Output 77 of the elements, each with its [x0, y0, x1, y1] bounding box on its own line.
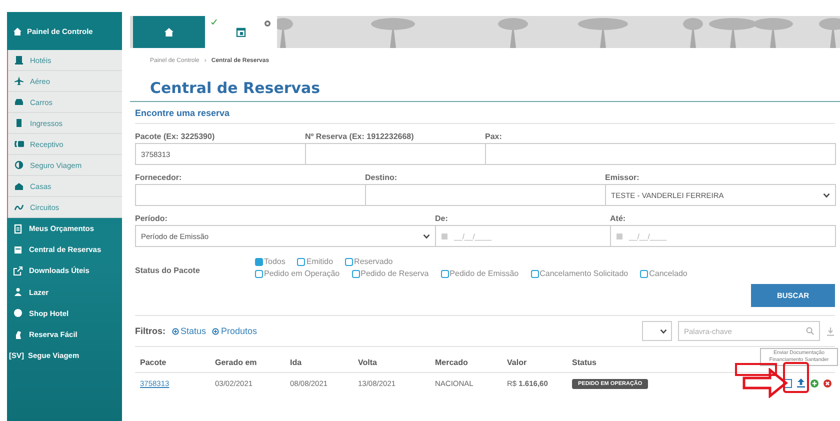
status-checkbox[interactable]: Cancelamento Solicitado — [530, 269, 628, 278]
checkbox[interactable] — [440, 270, 449, 278]
route-icon — [14, 202, 24, 212]
ticket-icon — [14, 118, 24, 128]
filter-link[interactable]: Produtos — [212, 326, 258, 336]
delete-icon[interactable] — [823, 378, 832, 388]
field-label: Destino: — [365, 172, 398, 184]
chevron-icon — [823, 192, 830, 198]
document-icon — [13, 224, 23, 234]
calendar-icon — [236, 27, 246, 37]
plus-circle-icon[interactable] — [810, 378, 819, 388]
input-field[interactable] — [365, 184, 606, 206]
checkbox[interactable] — [255, 270, 263, 278]
arrow-annotation — [742, 368, 788, 398]
upload-icon[interactable] — [796, 378, 806, 388]
column-header: Volta — [353, 352, 430, 372]
dropdown[interactable] — [642, 321, 672, 341]
field-label: Emissor: — [605, 172, 640, 184]
plane-icon — [14, 76, 24, 86]
field-label: Nº Reserva (Ex: 1912232668) — [305, 131, 415, 143]
field-label: Pax: — [485, 131, 503, 143]
checkbox[interactable] — [255, 258, 263, 266]
calendar-icon — [13, 244, 23, 255]
column-header: Valor — [502, 352, 567, 372]
highlight-frame — [735, 363, 777, 376]
status-checkbox[interactable]: Pedido de Reserva — [352, 269, 429, 278]
external-link-icon — [13, 266, 23, 276]
bus-icon — [14, 139, 24, 149]
status-checkbox[interactable]: Reservado — [345, 257, 393, 266]
car-icon — [14, 97, 24, 107]
plus-circle-icon — [212, 328, 220, 334]
field-label: Até: — [610, 213, 627, 225]
status-checkbox[interactable]: Todos — [255, 257, 286, 266]
plus-circle-icon — [172, 328, 178, 334]
field-label: Fornecedor: — [135, 172, 183, 184]
field-label: Período: — [135, 213, 168, 225]
house-icon — [14, 181, 24, 191]
download-icon[interactable] — [826, 326, 835, 336]
status-checkbox[interactable]: Emitido — [297, 257, 334, 266]
search-icon — [806, 327, 814, 335]
input-field[interactable] — [305, 143, 486, 165]
input-field[interactable] — [485, 143, 836, 165]
circle-icon — [13, 308, 23, 318]
checkbox[interactable] — [352, 270, 360, 278]
chevron-icon — [423, 234, 430, 238]
calendar-icon — [616, 232, 623, 240]
column-header: Gerado em — [210, 352, 285, 372]
column-header: Mercado — [430, 352, 502, 372]
calendar-icon — [441, 232, 448, 240]
column-header: Status — [567, 352, 648, 372]
section-heading: Encontre uma reserva — [135, 108, 835, 124]
field-label: Status do Pacote — [135, 265, 201, 277]
check-icon — [211, 19, 217, 25]
status-checkbox[interactable]: Cancelado — [640, 269, 688, 278]
building-icon — [14, 55, 24, 65]
half-circle-icon — [14, 160, 24, 170]
status-checkbox[interactable]: Pedido de Emissão — [440, 269, 519, 278]
person-icon — [13, 287, 23, 298]
chevron-icon — [660, 328, 667, 334]
tab[interactable] — [133, 16, 205, 48]
field-label: De: — [435, 213, 449, 225]
document-icon[interactable] — [784, 378, 792, 388]
home-icon — [13, 26, 22, 36]
column-header: Pacote — [135, 352, 210, 372]
status-checkbox[interactable]: Pedido em Operação — [255, 269, 340, 278]
checkbox[interactable] — [345, 258, 354, 266]
input-field[interactable] — [135, 184, 366, 206]
filters-label: Filtros: — [135, 326, 166, 336]
field-label: Pacote (Ex: 3225390) — [135, 131, 216, 143]
column-header: Ida — [285, 352, 353, 372]
checkbox[interactable] — [297, 258, 306, 266]
checkbox[interactable] — [640, 270, 648, 278]
filter-link[interactable]: Status — [172, 326, 206, 336]
highlight-frame — [783, 362, 809, 393]
home-icon — [164, 27, 174, 37]
page-title: Central de Reservas — [150, 79, 322, 97]
checkbox[interactable] — [530, 270, 539, 278]
